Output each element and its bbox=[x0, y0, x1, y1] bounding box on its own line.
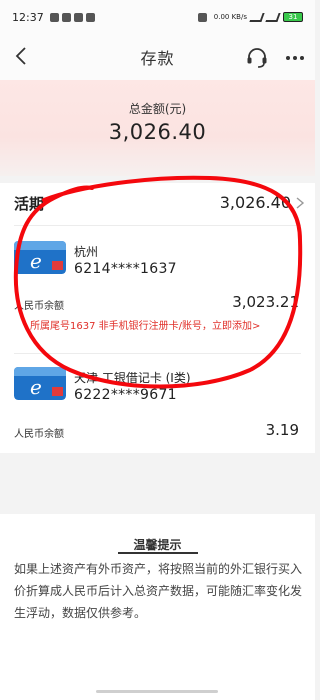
notification-icon bbox=[61, 12, 71, 22]
account-city: 杭州 bbox=[74, 245, 99, 259]
account-card[interactable]: e 天津 工银借记卡 (I类) 6222****9671 人民币余额 3.19 bbox=[0, 361, 315, 453]
page-title: 存款 bbox=[140, 49, 175, 68]
alarm-icon bbox=[197, 12, 207, 22]
total-amount: 3,026.40 bbox=[108, 120, 207, 144]
balance-value: 3.19 bbox=[265, 421, 299, 439]
chevron-right-icon bbox=[296, 197, 305, 209]
status-indicators: 0.00 KB/s 31 bbox=[197, 12, 303, 22]
status-time: 12:37 bbox=[12, 10, 44, 24]
divider bbox=[14, 225, 301, 226]
deposit-panel: 活期 3,026.40 e 杭州 6214****1637 人民币余额 3,02… bbox=[0, 183, 315, 453]
home-indicator[interactable] bbox=[96, 690, 218, 693]
tips-section: 温馨提示 如果上述资产有外币资产，将按照当前的外汇银行买入价折算成人民币后计入总… bbox=[0, 514, 315, 700]
nav-bar: 存款 bbox=[0, 34, 315, 80]
back-arrow-icon[interactable] bbox=[10, 44, 34, 68]
account-city: 天津 工银借记卡 (I类) bbox=[74, 371, 191, 385]
balance-value: 3,023.21 bbox=[232, 293, 299, 311]
tips-title: 温馨提示 bbox=[133, 538, 182, 552]
account-number: 6222****9671 bbox=[74, 387, 177, 403]
demand-label: 活期 bbox=[14, 195, 45, 213]
balance-label: 人民币余额 bbox=[14, 301, 64, 312]
add-card-link[interactable]: 所属尾号1637 非手机银行注册卡/账号，立即添加> bbox=[30, 317, 260, 332]
demand-deposit-row[interactable]: 活期 3,026.40 bbox=[0, 183, 315, 225]
more-icon[interactable] bbox=[282, 45, 308, 71]
status-bar: 12:37 0.00 KB/s 31 bbox=[0, 0, 315, 34]
battery-icon: 31 bbox=[283, 12, 303, 22]
total-summary: 总金额(元) 3,026.40 bbox=[0, 80, 315, 176]
tips-title-underline bbox=[118, 552, 198, 554]
headset-icon[interactable] bbox=[244, 45, 270, 71]
notification-icon bbox=[73, 12, 83, 22]
demand-value: 3,026.40 bbox=[219, 193, 291, 212]
bank-card-icon: e bbox=[14, 367, 66, 400]
divider bbox=[14, 353, 301, 354]
signal-icon bbox=[249, 12, 265, 22]
notification-icon bbox=[85, 12, 95, 22]
total-label: 总金额(元) bbox=[128, 102, 187, 116]
svg-text:e: e bbox=[30, 375, 42, 399]
svg-text:e: e bbox=[30, 249, 42, 273]
tips-text: 如果上述资产有外币资产，将按照当前的外汇银行买入价折算成人民币后计入总资产数据，… bbox=[14, 562, 303, 620]
signal-icon bbox=[265, 12, 281, 22]
account-card[interactable]: e 杭州 6214****1637 人民币余额 3,023.21 所属尾号163… bbox=[0, 231, 315, 351]
account-number: 6214****1637 bbox=[74, 261, 177, 277]
bank-card-icon: e bbox=[14, 241, 66, 274]
balance-label: 人民币余额 bbox=[14, 429, 64, 440]
network-speed: 0.00 KB/s bbox=[213, 13, 247, 21]
notification-icon bbox=[49, 12, 59, 22]
